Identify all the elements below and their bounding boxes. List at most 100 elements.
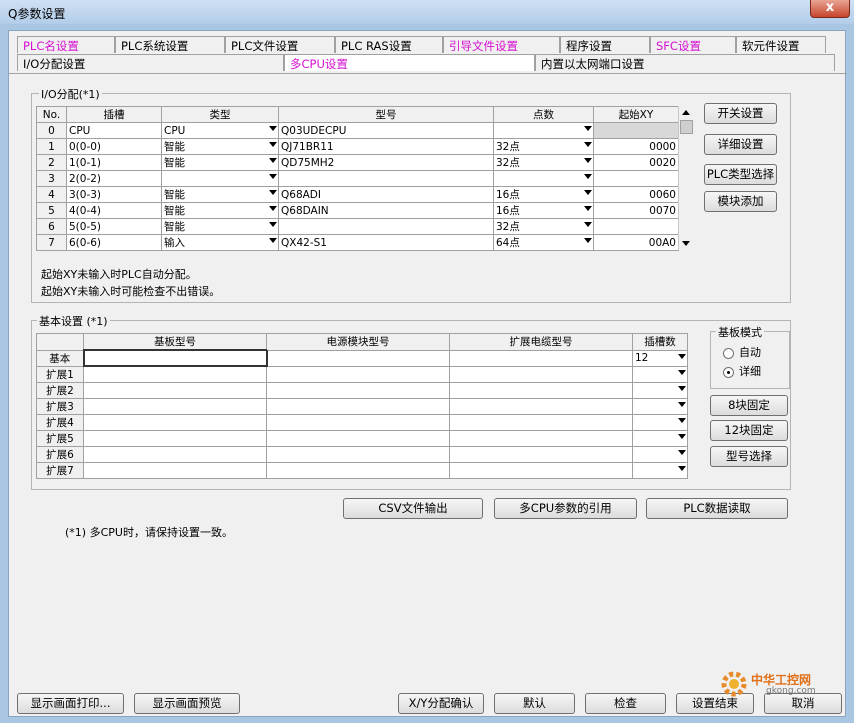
fix-8-button[interactable]: 8块固定 [710, 395, 788, 416]
base-cell-slots[interactable] [632, 381, 688, 399]
module-add-button[interactable]: 模块添加 [704, 191, 777, 212]
tab-sub-0[interactable]: I/O分配设置 [17, 54, 284, 71]
dropdown-arrow-icon[interactable] [269, 190, 277, 195]
io-row[interactable]: 2 1(0-1) 智能 QD75MH2 32点 0020 [36, 154, 679, 171]
io-cell-points[interactable]: 16点 [493, 202, 594, 219]
dropdown-arrow-icon[interactable] [678, 417, 686, 423]
dropdown-arrow-icon[interactable] [678, 433, 686, 439]
base-cell-slots[interactable]: 12 [632, 349, 688, 367]
io-cell-start[interactable]: 0070 [593, 202, 679, 219]
cancel-button[interactable]: 取消 [764, 693, 842, 714]
base-cell-power[interactable] [266, 413, 450, 431]
dropdown-arrow-icon[interactable] [678, 369, 686, 375]
io-cell-slot[interactable]: 1(0-1) [66, 154, 162, 171]
tab-7[interactable]: 软元件设置 [736, 36, 826, 53]
dropdown-arrow-icon[interactable] [584, 158, 592, 163]
io-cell-type[interactable]: 智能 [161, 138, 279, 155]
base-cell-power[interactable] [266, 429, 450, 447]
io-row[interactable]: 6 5(0-5) 智能 32点 [36, 218, 679, 235]
base-row[interactable]: 扩展1 [36, 365, 688, 383]
base-cell-board[interactable] [83, 365, 267, 383]
mode-auto-option[interactable]: 自动 [723, 344, 761, 360]
plc-data-read-button[interactable]: PLC数据读取 [646, 498, 788, 519]
io-cell-points[interactable]: 64点 [493, 234, 594, 251]
io-row[interactable]: 3 2(0-2) [36, 170, 679, 187]
io-cell-model[interactable]: QX42-S1 [278, 234, 494, 251]
io-cell-slot[interactable]: 2(0-2) [66, 170, 162, 187]
tab-4[interactable]: 引导文件设置 [443, 36, 560, 53]
dropdown-arrow-icon[interactable] [269, 206, 277, 211]
base-cell-slots[interactable] [632, 365, 688, 383]
base-cell-cable[interactable] [449, 413, 633, 431]
tab-sub-2[interactable]: 内置以太网端口设置 [535, 54, 835, 71]
base-cell-cable[interactable] [449, 381, 633, 399]
io-row[interactable]: 7 6(0-6) 输入 QX42-S1 64点 00A0 [36, 234, 679, 251]
io-cell-points[interactable]: 32点 [493, 138, 594, 155]
io-row[interactable]: 5 4(0-4) 智能 Q68DAIN 16点 0070 [36, 202, 679, 219]
io-cell-model[interactable]: QD75MH2 [278, 154, 494, 171]
tab-6[interactable]: SFC设置 [650, 36, 736, 53]
io-cell-type[interactable]: 智能 [161, 154, 279, 171]
dropdown-arrow-icon[interactable] [269, 126, 277, 131]
dropdown-arrow-icon[interactable] [678, 385, 686, 391]
base-cell-slots[interactable] [632, 397, 688, 415]
mode-detail-option[interactable]: 详细 [723, 363, 761, 379]
base-cell-power[interactable] [266, 445, 450, 463]
base-cell-power[interactable] [266, 397, 450, 415]
dropdown-arrow-icon[interactable] [584, 126, 592, 131]
dropdown-arrow-icon[interactable] [678, 401, 686, 407]
io-cell-type[interactable] [161, 170, 279, 187]
tab-0[interactable]: PLC名设置 [17, 36, 115, 53]
io-cell-start[interactable]: 0020 [593, 154, 679, 171]
io-cell-slot[interactable]: 5(0-5) [66, 218, 162, 235]
scroll-up-icon[interactable] [682, 110, 690, 115]
base-cell-power[interactable] [266, 365, 450, 383]
io-table-scrollbar[interactable] [678, 106, 694, 250]
io-cell-points[interactable]: 32点 [493, 218, 594, 235]
io-cell-start[interactable]: 0060 [593, 186, 679, 203]
base-cell-slots[interactable] [632, 461, 688, 479]
io-cell-start[interactable]: 0000 [593, 138, 679, 155]
dropdown-arrow-icon[interactable] [678, 449, 686, 455]
base-row[interactable]: 扩展6 [36, 445, 688, 463]
base-row[interactable]: 扩展3 [36, 397, 688, 415]
dropdown-arrow-icon[interactable] [584, 238, 592, 243]
base-cell-power[interactable] [266, 461, 450, 479]
base-cell-board[interactable] [82, 349, 268, 367]
io-cell-model[interactable]: Q68DAIN [278, 202, 494, 219]
dropdown-arrow-icon[interactable] [269, 158, 277, 163]
check-button[interactable]: 检查 [585, 693, 666, 714]
io-cell-model[interactable] [278, 218, 494, 235]
io-cell-points[interactable] [493, 122, 594, 139]
base-cell-power[interactable] [266, 349, 450, 367]
plc-type-select-button[interactable]: PLC类型选择 [704, 164, 777, 185]
scroll-thumb[interactable] [680, 120, 693, 134]
base-cell-cable[interactable] [449, 445, 633, 463]
base-cell-board[interactable] [83, 461, 267, 479]
io-cell-points[interactable]: 16点 [493, 186, 594, 203]
dropdown-arrow-icon[interactable] [584, 206, 592, 211]
base-cell-board[interactable] [83, 429, 267, 447]
base-cell-board[interactable] [83, 381, 267, 399]
base-cell-board[interactable] [83, 445, 267, 463]
detail-setting-button[interactable]: 详细设置 [704, 134, 777, 155]
dropdown-arrow-icon[interactable] [269, 142, 277, 147]
default-button[interactable]: 默认 [494, 693, 575, 714]
io-cell-start[interactable]: 00A0 [593, 234, 679, 251]
base-cell-cable[interactable] [449, 349, 633, 367]
close-button[interactable]: x [810, 0, 850, 18]
base-cell-slots[interactable] [632, 429, 688, 447]
io-cell-slot[interactable]: 6(0-6) [66, 234, 162, 251]
tab-sub-1[interactable]: 多CPU设置 [284, 54, 535, 71]
preview-screen-button[interactable]: 显示画面预览 [134, 693, 240, 714]
dropdown-arrow-icon[interactable] [584, 222, 592, 227]
io-cell-slot[interactable]: 0(0-0) [66, 138, 162, 155]
dropdown-arrow-icon[interactable] [269, 222, 277, 227]
radio-detail-icon[interactable] [723, 366, 734, 378]
io-row[interactable]: 0 CPU CPU Q03UDECPU [36, 122, 679, 139]
print-screen-button[interactable]: 显示画面打印... [17, 693, 124, 714]
tab-2[interactable]: PLC文件设置 [225, 36, 335, 53]
scroll-down-icon[interactable] [682, 241, 690, 246]
tab-5[interactable]: 程序设置 [560, 36, 650, 53]
dropdown-arrow-icon[interactable] [678, 465, 686, 471]
